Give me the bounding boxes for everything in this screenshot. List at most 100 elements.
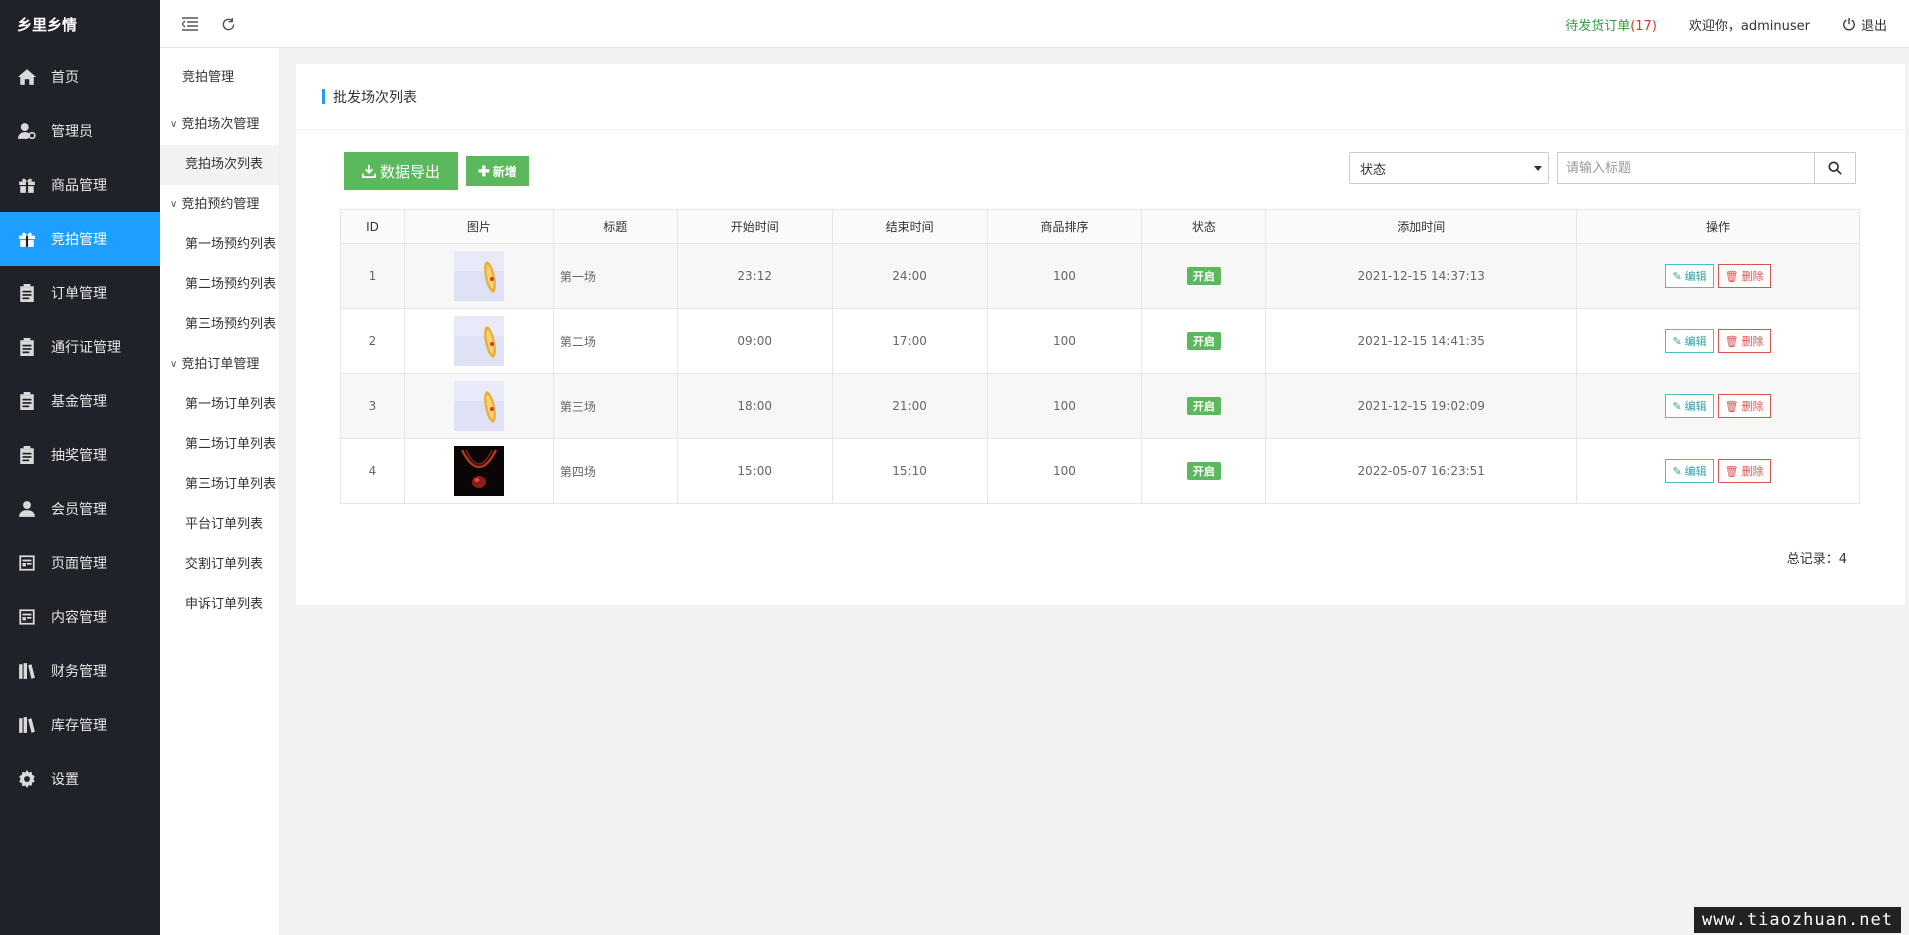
sidebar-nav: 首页管理员商品管理竞拍管理订单管理通行证管理基金管理抽奖管理 会员管理 页面管理内容…	[0, 50, 160, 806]
delete-label: 删除	[1741, 271, 1764, 283]
column-header: 状态	[1141, 209, 1267, 244]
status-select[interactable]: 状态	[1349, 152, 1549, 184]
submenu-group-0[interactable]: ∨ 竞拍场次管理	[160, 105, 279, 145]
add-button[interactable]: ✚ 新增	[466, 156, 529, 186]
submenu-group-label: 竞拍场次管理	[181, 117, 260, 132]
edit-label: 编辑	[1684, 466, 1707, 478]
sidebar-item-9[interactable]: 页面管理	[0, 536, 160, 590]
menu-toggle-icon[interactable]	[180, 14, 200, 34]
trash-icon: 🗑	[1724, 400, 1739, 413]
submenu-group-1[interactable]: ∨ 竞拍预约管理	[160, 185, 279, 225]
sidebar-item-label: 管理员	[51, 124, 93, 140]
submenu-link[interactable]: 第二场订单列表	[160, 425, 279, 465]
sidebar-item-label: 商品管理	[51, 178, 107, 194]
title-search-input[interactable]	[1557, 152, 1815, 184]
brand-title: 乡里乡情	[17, 16, 78, 34]
home-icon	[17, 67, 37, 87]
sidebar-item-label: 首页	[51, 70, 79, 86]
cell-title: 第二场	[552, 308, 678, 374]
sidebar-item-label: 竞拍管理	[51, 232, 107, 248]
watermark: www.tiaozhuan.net	[1694, 907, 1901, 933]
clipboard-icon	[17, 391, 37, 411]
delete-label: 删除	[1741, 466, 1764, 478]
submenu-group-2[interactable]: ∨ 竞拍订单管理	[160, 345, 279, 385]
cell-status: 开启	[1141, 438, 1267, 504]
sidebar-item-5[interactable]: 通行证管理	[0, 320, 160, 374]
sidebar-item-11[interactable]: 财务管理	[0, 644, 160, 698]
edit-label: 编辑	[1684, 401, 1707, 413]
pending-orders-count: (17)	[1630, 18, 1657, 34]
gear-icon	[17, 769, 37, 789]
pending-orders-link[interactable]: 待发货订单(17)	[1565, 15, 1657, 34]
delete-button[interactable]: 🗑 删除	[1717, 329, 1771, 353]
status-badge: 开启	[1186, 332, 1221, 350]
sidebar-item-label: 基金管理	[51, 394, 107, 410]
sidebar-item-3[interactable]: 竞拍管理	[0, 212, 160, 266]
logout-label: 退出	[1860, 18, 1887, 34]
submenu-link[interactable]: 第三场预约列表	[160, 305, 279, 345]
submenu-group-label: 竞拍订单管理	[181, 357, 260, 372]
cell-actions: ✎ 编辑 🗑 删除	[1576, 308, 1860, 374]
sidebar-item-1[interactable]: 管理员	[0, 104, 160, 158]
cell-sort: 100	[986, 373, 1143, 439]
sidebar-item-4[interactable]: 订单管理	[0, 266, 160, 320]
sidebar-item-6[interactable]: 基金管理	[0, 374, 160, 428]
product-image	[453, 251, 504, 301]
sidebar-item-12[interactable]: 库存管理	[0, 698, 160, 752]
sidebar-item-13[interactable]: 设置	[0, 752, 160, 806]
submenu-link[interactable]: 第三场订单列表	[160, 465, 279, 505]
status-badge: 开启	[1186, 462, 1221, 480]
edit-button[interactable]: ✎ 编辑	[1665, 264, 1714, 288]
refresh-icon[interactable]	[218, 14, 238, 34]
cell-end-time: 21:00	[831, 373, 988, 439]
cell-start-time: 09:00	[676, 308, 833, 374]
sidebar-item-10[interactable]: 内容管理	[0, 590, 160, 644]
export-label: 数据导出	[380, 163, 441, 181]
logout-button[interactable]: 退出	[1842, 15, 1887, 34]
cell-actions: ✎ 编辑 🗑 删除	[1576, 438, 1860, 504]
delete-button[interactable]: 🗑 删除	[1717, 264, 1771, 288]
submenu-link[interactable]: 平台订单列表	[160, 505, 279, 545]
submenu-link[interactable]: 第一场订单列表	[160, 385, 279, 425]
cell-end-time: 15:10	[831, 438, 988, 504]
submenu-link[interactable]: 申诉订单列表	[160, 585, 279, 625]
main-card: 批发场次列表 数据导出 ✚ 新增 状态 ID图片标题开始时间结束时间商品排序状态…	[296, 64, 1905, 605]
cell-id: 3	[340, 373, 405, 439]
sidebar-item-7[interactable]: 抽奖管理	[0, 428, 160, 482]
submenu-link[interactable]: 第二场预约列表	[160, 265, 279, 305]
table-row: 4 第四场 15:00 15:10 100 开启 2022-05-07 16:23:51 ✎ 编…	[340, 438, 1860, 504]
column-header: 标题	[552, 209, 678, 244]
export-button[interactable]: 数据导出	[344, 152, 459, 190]
edit-button[interactable]: ✎ 编辑	[1665, 459, 1714, 483]
search-button[interactable]	[1814, 152, 1856, 184]
trash-icon: 🗑	[1724, 335, 1739, 348]
chevron-down-icon: ∨	[170, 199, 178, 210]
submenu-link[interactable]: 交割订单列表	[160, 545, 279, 585]
submenu-title: 竞拍管理	[182, 70, 235, 85]
search-icon	[1828, 161, 1842, 175]
cell-status: 开启	[1141, 243, 1267, 309]
edit-button[interactable]: ✎ 编辑	[1665, 329, 1714, 353]
column-header: 操作	[1576, 209, 1860, 244]
submenu-link[interactable]: 竞拍场次列表	[160, 145, 279, 185]
delete-button[interactable]: 🗑 删除	[1717, 394, 1771, 418]
clipboard-icon	[17, 445, 37, 465]
chevron-down-icon: ∨	[170, 359, 178, 370]
sidebar-item-2[interactable]: 商品管理	[0, 158, 160, 212]
page-icon	[17, 553, 37, 573]
edit-button[interactable]: ✎ 编辑	[1665, 394, 1714, 418]
sidebar-item-8[interactable]: 会员管理	[0, 482, 160, 536]
sidebar-item-0[interactable]: 首页	[0, 50, 160, 104]
sidebar-item-label: 订单管理	[51, 286, 107, 302]
submenu-link[interactable]: 第一场预约列表	[160, 225, 279, 265]
cell-title: 第一场	[552, 243, 678, 309]
delete-button[interactable]: 🗑 删除	[1717, 459, 1771, 483]
cell-image	[403, 308, 554, 374]
delete-label: 删除	[1741, 401, 1764, 413]
product-image	[453, 446, 504, 496]
sidebar-item-label: 内容管理	[51, 610, 107, 626]
table-row: 2 第二场 09:00 17:00 100 开启 2021-12-15 14:41:35 ✎ 编…	[340, 308, 1860, 374]
cell-start-time: 18:00	[676, 373, 833, 439]
pencil-icon: ✎	[1672, 400, 1682, 413]
cell-sort: 100	[986, 243, 1143, 309]
